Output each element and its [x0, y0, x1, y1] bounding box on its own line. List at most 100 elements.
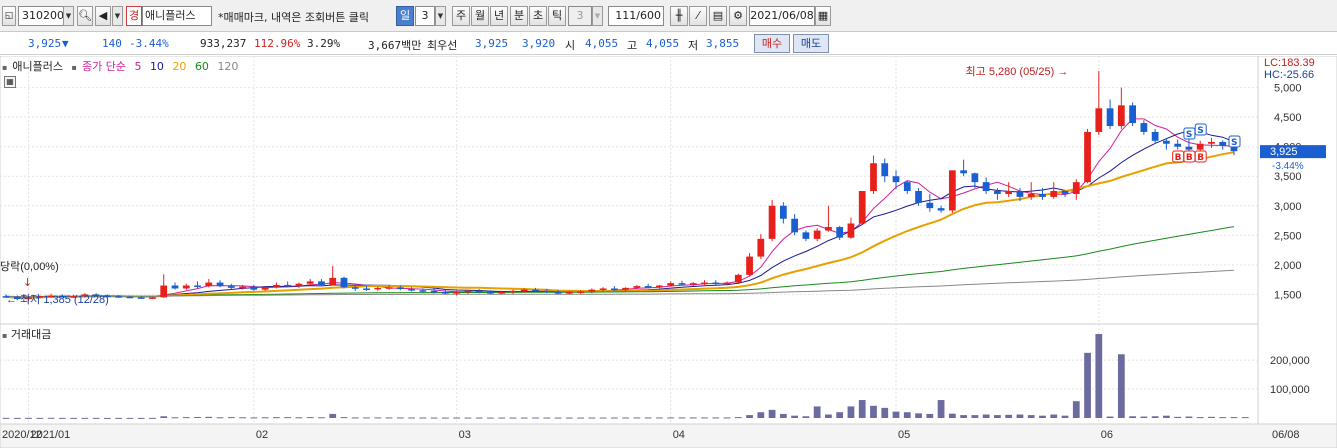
legend-handle-icon[interactable]: ▪ — [2, 63, 7, 72]
volume-pane — [0, 323, 1259, 425]
volume-handle-icon[interactable]: ▪ — [2, 331, 7, 340]
candle-body — [588, 289, 596, 292]
candle-body — [960, 170, 967, 174]
candle-body — [1072, 182, 1080, 194]
day-period-chevron-icon[interactable]: ▼ — [435, 6, 446, 26]
volume-bar — [1027, 415, 1035, 418]
price-tick-label: 2,000 — [1274, 260, 1302, 272]
candle-body — [430, 290, 438, 293]
code-dropdown-chevron-icon[interactable]: ▼ — [63, 6, 74, 26]
line-chart-icon[interactable]: ⁄ — [689, 6, 707, 26]
volume-bar — [273, 417, 280, 419]
candle-body — [937, 208, 945, 211]
buy-button[interactable]: 매수 — [754, 34, 790, 53]
candle-body — [1106, 108, 1114, 127]
legend-ma-handle-icon[interactable]: ▪ — [72, 63, 77, 72]
tab-tick[interactable]: 틱 — [548, 6, 566, 26]
volume-bar — [1174, 416, 1182, 418]
calendar-icon[interactable]: ▦ — [815, 6, 831, 26]
low-annotation: ← 최저 1,385 (12/28) — [6, 293, 109, 306]
candle-body — [757, 238, 765, 257]
candle-body — [182, 285, 190, 289]
candle-body — [734, 274, 742, 283]
candle-body — [318, 281, 325, 285]
volume-bar — [1016, 414, 1024, 418]
tab-week[interactable]: 주 — [452, 6, 470, 26]
sell-button[interactable]: 매도 — [793, 34, 829, 53]
volume-bar — [509, 417, 517, 419]
volume-bar — [1185, 416, 1193, 418]
candle-body — [385, 287, 393, 289]
volume-bar — [926, 413, 934, 418]
tools-icon[interactable]: ▤ — [709, 6, 727, 26]
volume-bar — [768, 409, 776, 418]
volume-bar — [475, 417, 483, 419]
gear-icon[interactable]: ⚙ — [729, 6, 747, 26]
candle-body — [351, 287, 359, 289]
chart-area[interactable]: 5,0004,5004,0003,5003,0002,5002,0001,500… — [0, 56, 1337, 448]
candle-body — [1196, 143, 1204, 150]
volume-bar — [1219, 417, 1227, 419]
candle-body — [622, 287, 630, 290]
volume-bar — [881, 407, 889, 418]
volume-bar — [734, 417, 742, 419]
date-tick-label: 04 — [673, 429, 685, 441]
volume-bar — [318, 417, 325, 419]
candle-body — [239, 286, 246, 289]
speaker-dropdown-chevron-icon[interactable]: ▼ — [112, 6, 123, 26]
candle-body — [520, 289, 528, 292]
tab-minute[interactable]: 분 — [510, 6, 528, 26]
tab-month[interactable]: 월 — [471, 6, 489, 26]
volume-bar — [1163, 415, 1170, 418]
price-tick-label: 2,500 — [1274, 230, 1302, 242]
volume-bar — [858, 400, 866, 418]
candle-body — [532, 289, 539, 292]
date-tick-label: 06/08 — [1272, 429, 1300, 441]
chart-menu-icon[interactable]: ◱ — [2, 6, 16, 26]
volume-bar — [1196, 417, 1204, 419]
volume-bar — [1129, 416, 1136, 418]
chart-canvas[interactable]: 5,0004,5004,0003,5003,0002,5002,0001,500… — [0, 56, 1337, 448]
search-icon[interactable]: 🔍︎ — [77, 6, 93, 26]
volume-bar — [149, 417, 156, 419]
data-count-field[interactable]: 111/600 — [608, 6, 664, 26]
grid-toggle-icon[interactable]: ▦ — [4, 76, 16, 88]
volume-bar — [543, 417, 551, 419]
volume-bar — [340, 417, 348, 419]
volume-bar — [487, 417, 494, 419]
candle-body — [892, 176, 900, 183]
trade-marker-b: B — [1186, 153, 1193, 163]
candle-body — [599, 288, 607, 290]
date-input[interactable]: 2021/06/08 — [749, 6, 815, 26]
tab-day[interactable]: 일 — [396, 6, 414, 26]
candle-type-icon[interactable]: ╫ — [670, 6, 688, 26]
volume-value: 933,237 — [200, 37, 247, 50]
volume-bar — [701, 417, 708, 419]
minute-period-input[interactable]: 3 — [568, 6, 592, 26]
legend-ma60: 60 — [194, 60, 209, 73]
volume-bar — [847, 406, 855, 418]
tab-second[interactable]: 초 — [529, 6, 547, 26]
volume-bar — [836, 412, 844, 418]
volume-bar — [656, 417, 663, 419]
volume-bar — [689, 417, 697, 419]
volume-bar — [126, 417, 134, 419]
tab-year[interactable]: 년 — [490, 6, 508, 26]
high-annotation: 최고 5,280 (05/25) → — [966, 65, 1069, 78]
speaker-icon[interactable]: ◀ — [95, 6, 111, 26]
trade-marker-s: S — [1231, 138, 1237, 148]
stock-name-field[interactable]: 애니플러스 — [142, 6, 212, 26]
candle-body — [329, 277, 337, 285]
minute-period-chevron-icon[interactable]: ▼ — [592, 6, 603, 26]
volume-bar — [453, 417, 461, 419]
candle-body — [825, 227, 832, 231]
volume-bar — [47, 417, 55, 419]
stock-code-input[interactable]: 310200 — [18, 6, 64, 26]
candle-body — [1174, 143, 1182, 147]
volume-bar — [644, 417, 652, 419]
candle-body — [487, 292, 494, 294]
day-period-input[interactable]: 3 — [415, 6, 435, 26]
open-price: 4,055 — [585, 37, 619, 50]
volume-bar — [1095, 334, 1103, 418]
date-axis-pane — [0, 423, 1337, 448]
